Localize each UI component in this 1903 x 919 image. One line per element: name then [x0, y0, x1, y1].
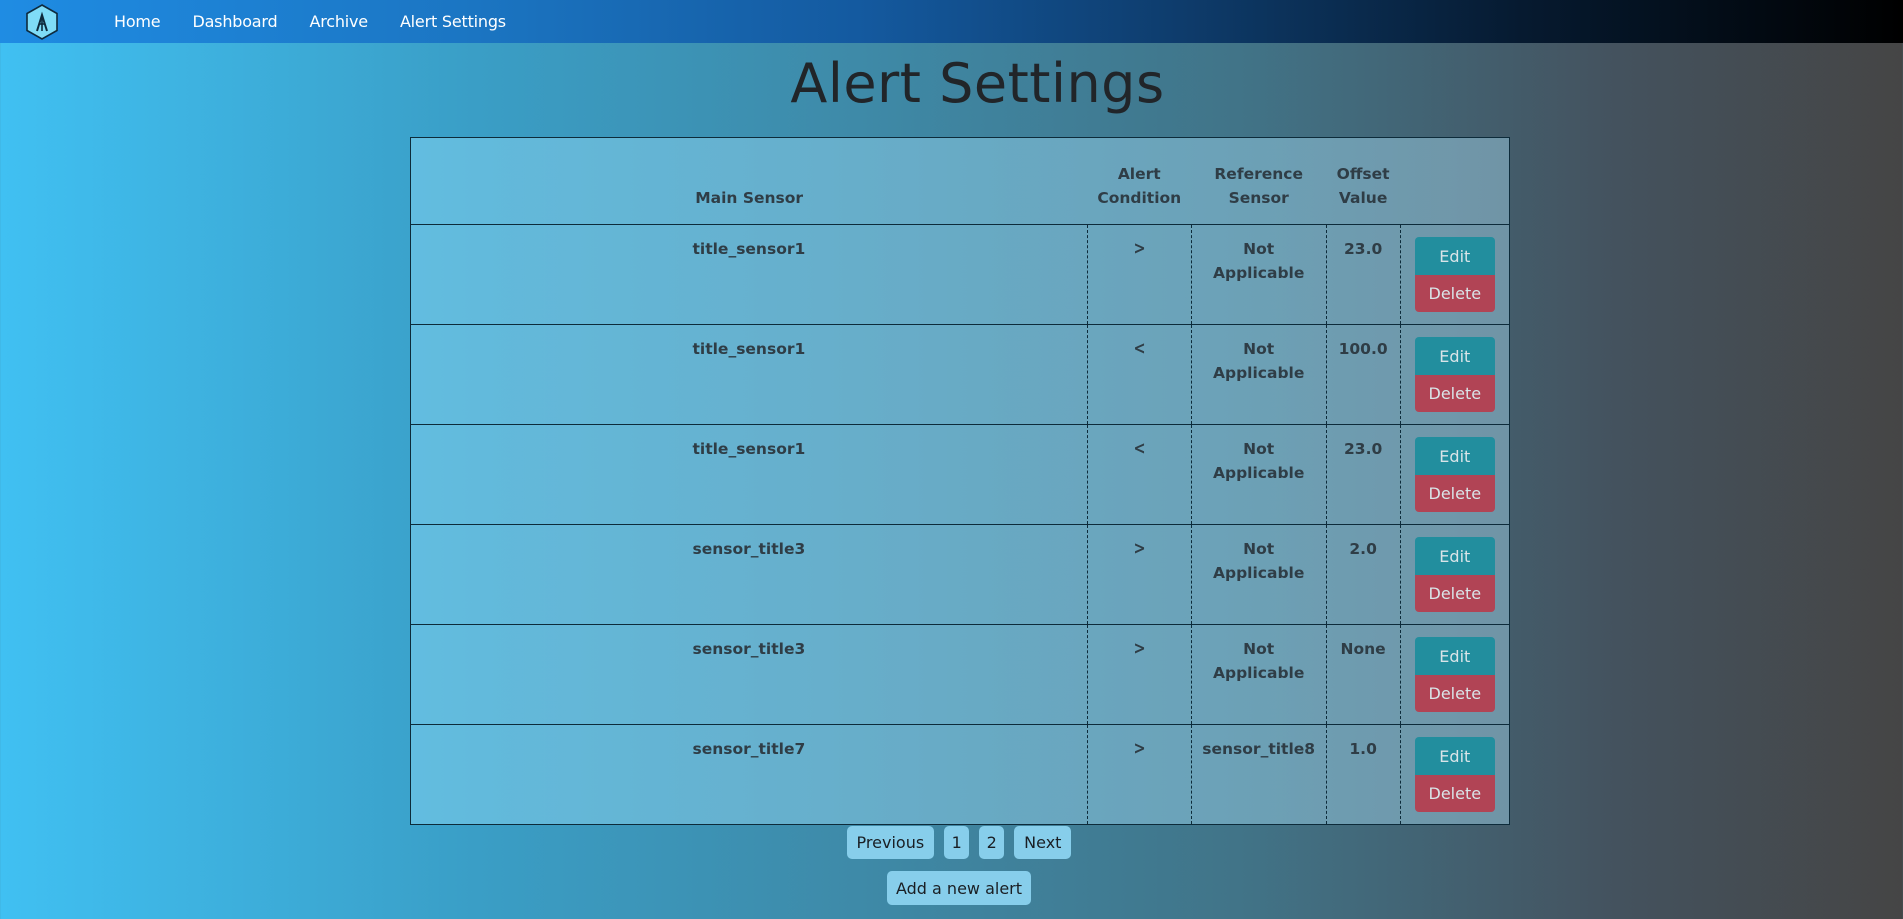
condition-symbol: > [1133, 638, 1146, 659]
table-row: title_sensor1 > Not Applicable 23.0 Edit… [410, 224, 1510, 325]
cell-actions: Edit Delete [1399, 224, 1510, 325]
cell-alert-condition: > [1086, 624, 1192, 725]
cell-actions: Edit Delete [1399, 524, 1510, 625]
cell-main-sensor: title_sensor1 [410, 424, 1088, 525]
delete-button[interactable]: Delete [1414, 675, 1495, 712]
delete-button[interactable]: Delete [1414, 575, 1495, 612]
cell-offset-value: 23.0 [1325, 224, 1401, 325]
cell-offset-value: 23.0 [1325, 424, 1401, 525]
delete-button[interactable]: Delete [1414, 275, 1495, 312]
cell-alert-condition: < [1086, 424, 1192, 525]
header-offset-value: Offset Value [1326, 137, 1401, 225]
header-main-sensor: Main Sensor [410, 137, 1088, 225]
table-row: title_sensor1 < Not Applicable 23.0 Edit… [410, 424, 1510, 525]
cell-reference-sensor: Not Applicable [1190, 524, 1327, 625]
cell-main-sensor: sensor_title7 [410, 724, 1088, 825]
cell-reference-sensor: Not Applicable [1190, 624, 1327, 725]
nav-link-home[interactable]: Home [114, 12, 161, 31]
condition-symbol: < [1133, 338, 1146, 359]
cell-reference-sensor: Not Applicable [1190, 224, 1327, 325]
delete-button[interactable]: Delete [1414, 475, 1495, 512]
table-row: title_sensor1 < Not Applicable 100.0 Edi… [410, 324, 1510, 425]
edit-button[interactable]: Edit [1414, 337, 1495, 375]
nav-link-archive[interactable]: Archive [309, 12, 368, 31]
cell-offset-value: 1.0 [1325, 724, 1401, 825]
condition-symbol: > [1133, 738, 1146, 759]
previous-page-button[interactable]: Previous [846, 826, 935, 859]
nav-links: Home Dashboard Archive Alert Settings [114, 0, 538, 43]
pagination: Previous 1 2 Next [0, 826, 1903, 859]
cell-reference-sensor: sensor_title8 [1190, 724, 1327, 825]
table-row: sensor_title7 > sensor_title8 1.0 Edit D… [410, 724, 1510, 825]
cell-actions: Edit Delete [1399, 624, 1510, 725]
table-row: sensor_title3 > Not Applicable 2.0 Edit … [410, 524, 1510, 625]
edit-button[interactable]: Edit [1414, 637, 1495, 675]
cell-main-sensor: title_sensor1 [410, 224, 1088, 325]
cell-alert-condition: < [1086, 324, 1192, 425]
top-navbar: Home Dashboard Archive Alert Settings [0, 0, 1903, 43]
cell-offset-value: 2.0 [1325, 524, 1401, 625]
cell-alert-condition: > [1086, 724, 1192, 825]
delete-button[interactable]: Delete [1414, 775, 1495, 812]
cell-alert-condition: > [1086, 524, 1192, 625]
cell-offset-value: None [1325, 624, 1401, 725]
header-actions [1400, 137, 1510, 225]
edit-button[interactable]: Edit [1414, 237, 1495, 275]
page-2-button[interactable]: 2 [979, 826, 1005, 859]
header-reference-sensor: Reference Sensor [1191, 137, 1327, 225]
table-header-row: Main Sensor Alert Condition Reference Se… [410, 137, 1510, 225]
page-1-button[interactable]: 1 [944, 826, 970, 859]
table-row: sensor_title3 > Not Applicable None Edit… [410, 624, 1510, 725]
hexagon-a-logo-icon[interactable] [24, 3, 60, 41]
alerts-table: Main Sensor Alert Condition Reference Se… [410, 137, 1510, 825]
edit-button[interactable]: Edit [1414, 537, 1495, 575]
cell-main-sensor: title_sensor1 [410, 324, 1088, 425]
cell-actions: Edit Delete [1399, 724, 1510, 825]
cell-reference-sensor: Not Applicable [1190, 324, 1327, 425]
condition-symbol: > [1133, 238, 1146, 259]
cell-reference-sensor: Not Applicable [1190, 424, 1327, 525]
condition-symbol: < [1133, 438, 1146, 459]
header-alert-condition: Alert Condition [1087, 137, 1192, 225]
cell-alert-condition: > [1086, 224, 1192, 325]
cell-actions: Edit Delete [1399, 324, 1510, 425]
cell-main-sensor: sensor_title3 [410, 624, 1088, 725]
cell-offset-value: 100.0 [1325, 324, 1401, 425]
edit-button[interactable]: Edit [1414, 737, 1495, 775]
add-alert-container: Add a new alert [0, 871, 1903, 905]
edit-button[interactable]: Edit [1414, 437, 1495, 475]
next-page-button[interactable]: Next [1014, 826, 1072, 859]
cell-actions: Edit Delete [1399, 424, 1510, 525]
condition-symbol: > [1133, 538, 1146, 559]
delete-button[interactable]: Delete [1414, 375, 1495, 412]
page-title: Alert Settings [790, 52, 1165, 115]
add-new-alert-button[interactable]: Add a new alert [886, 871, 1032, 905]
nav-link-alert-settings[interactable]: Alert Settings [400, 12, 506, 31]
cell-main-sensor: sensor_title3 [410, 524, 1088, 625]
nav-link-dashboard[interactable]: Dashboard [192, 12, 277, 31]
